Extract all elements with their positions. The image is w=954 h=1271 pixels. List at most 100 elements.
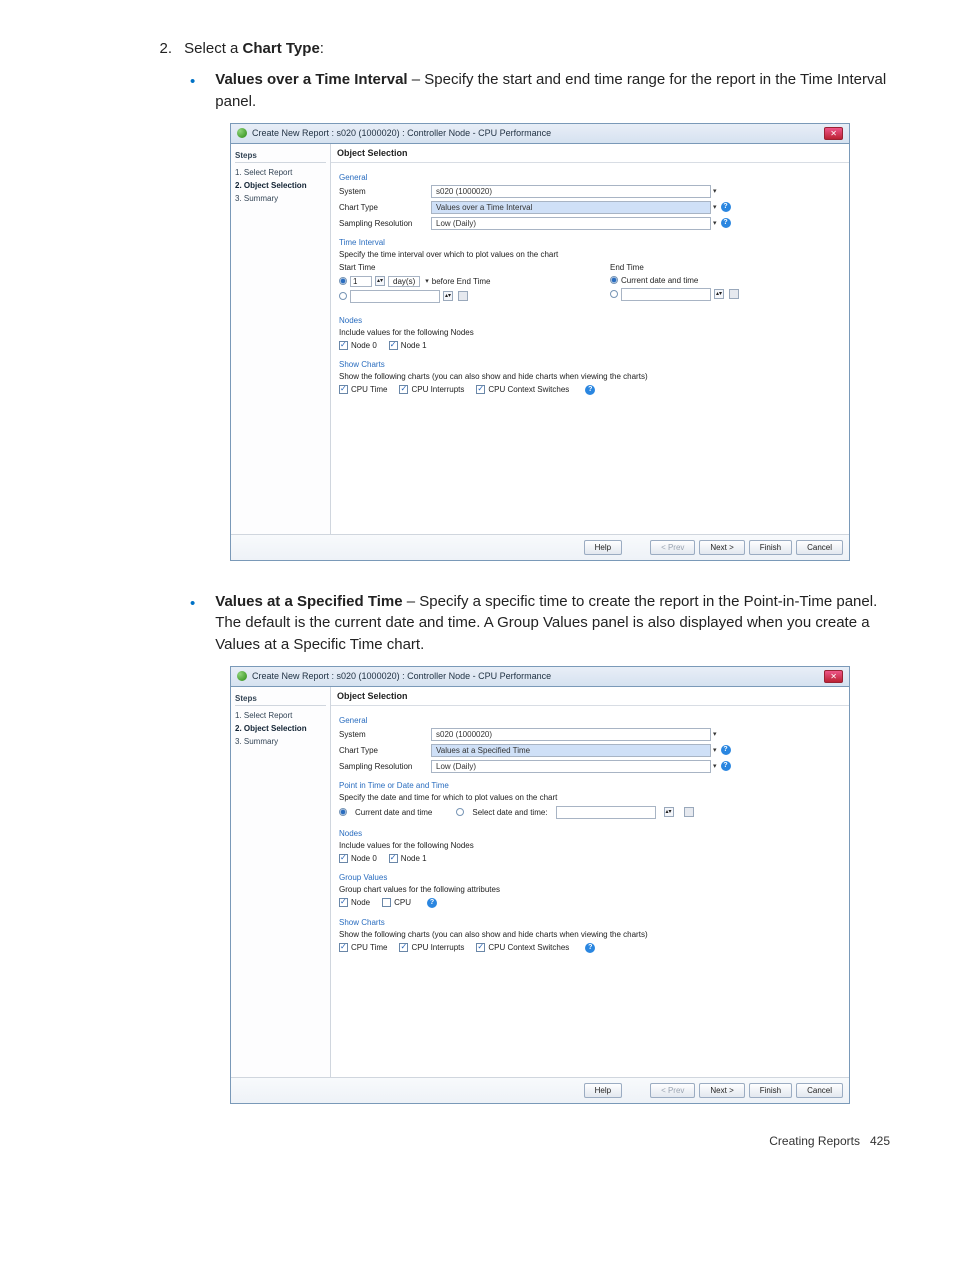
wizard-step-2[interactable]: 2. Object Selection — [235, 722, 326, 735]
start-absolute-radio[interactable] — [339, 292, 347, 300]
close-icon[interactable]: ✕ — [824, 670, 843, 683]
info-icon[interactable]: ? — [721, 218, 731, 228]
finish-button[interactable]: Finish — [749, 540, 792, 555]
node1-checkbox[interactable] — [389, 341, 398, 350]
sampling-combo[interactable]: Low (Daily) — [431, 760, 711, 773]
cputime-checkbox[interactable] — [339, 385, 348, 394]
bullet-title: Values over a Time Interval — [215, 71, 407, 88]
cpuctx-checkbox[interactable] — [476, 385, 485, 394]
time-spinner[interactable]: ▴▾ — [664, 807, 674, 817]
dialog-title-text: Create New Report : s020 (1000020) : Con… — [252, 128, 824, 138]
time-spinner[interactable]: ▴▾ — [443, 291, 453, 301]
calendar-icon[interactable] — [458, 291, 468, 301]
chevron-down-icon[interactable]: ▾ — [713, 730, 717, 738]
start-time-label: Start Time — [339, 263, 570, 272]
bullet-item: • Values over a Time Interval – Specify … — [190, 69, 894, 113]
system-combo[interactable]: s020 (1000020) — [431, 185, 711, 198]
next-button[interactable]: Next > — [699, 1083, 744, 1098]
info-icon[interactable]: ? — [585, 385, 595, 395]
chart-type-label: Chart Type — [339, 203, 431, 212]
node1-checkbox[interactable] — [389, 854, 398, 863]
relative-number-input[interactable]: 1 — [350, 276, 372, 287]
chevron-down-icon[interactable]: ▾ — [425, 277, 429, 285]
node1-label: Node 1 — [401, 341, 427, 350]
chart-type-label: Chart Type — [339, 746, 431, 755]
bullet-item: • Values at a Specified Time – Specify a… — [190, 591, 894, 656]
time-spinner[interactable]: ▴▾ — [714, 289, 724, 299]
cancel-button[interactable]: Cancel — [796, 1083, 843, 1098]
dialog-time-interval: Create New Report : s020 (1000020) : Con… — [230, 123, 850, 561]
wizard-step-1[interactable]: 1. Select Report — [235, 709, 326, 722]
cputime-checkbox[interactable] — [339, 943, 348, 952]
wizard-step-3[interactable]: 3. Summary — [235, 192, 326, 205]
section-nodes: Nodes — [339, 316, 841, 325]
chevron-down-icon[interactable]: ▾ — [713, 187, 717, 195]
info-icon[interactable]: ? — [585, 943, 595, 953]
calendar-icon[interactable] — [684, 807, 694, 817]
help-button[interactable]: Help — [584, 540, 622, 555]
system-combo[interactable]: s020 (1000020) — [431, 728, 711, 741]
info-icon[interactable]: ? — [427, 898, 437, 908]
prev-button[interactable]: < Prev — [650, 540, 695, 555]
footer-page: 425 — [870, 1134, 890, 1148]
chevron-down-icon[interactable]: ▾ — [713, 219, 717, 227]
relative-unit-combo[interactable]: day(s) — [388, 276, 420, 287]
wizard-step-3[interactable]: 3. Summary — [235, 735, 326, 748]
page-footer: Creating Reports 425 — [60, 1134, 894, 1148]
prev-button[interactable]: < Prev — [650, 1083, 695, 1098]
next-button[interactable]: Next > — [699, 540, 744, 555]
wizard-steps-panel: Steps 1. Select Report 2. Object Selecti… — [231, 687, 331, 1077]
section-general: General — [339, 716, 841, 725]
select-time-label: Select date and time: — [472, 808, 547, 817]
info-icon[interactable]: ? — [721, 745, 731, 755]
chevron-down-icon[interactable]: ▾ — [713, 746, 717, 754]
number-spinner[interactable]: ▴▾ — [375, 276, 385, 286]
bullet-icon: • — [190, 71, 195, 113]
calendar-icon[interactable] — [729, 289, 739, 299]
chart-type-combo[interactable]: Values at a Specified Time — [431, 744, 711, 757]
system-label: System — [339, 730, 431, 739]
end-date-input[interactable] — [621, 288, 711, 301]
group-node-checkbox[interactable] — [339, 898, 348, 907]
node0-checkbox[interactable] — [339, 341, 348, 350]
start-date-input[interactable] — [350, 290, 440, 303]
cpuint-checkbox[interactable] — [399, 943, 408, 952]
wizard-step-1[interactable]: 1. Select Report — [235, 166, 326, 179]
cpuint-checkbox[interactable] — [399, 385, 408, 394]
group-cpu-checkbox[interactable] — [382, 898, 391, 907]
end-current-radio[interactable] — [610, 276, 618, 284]
system-label: System — [339, 187, 431, 196]
sampling-combo[interactable]: Low (Daily) — [431, 217, 711, 230]
select-date-input[interactable] — [556, 806, 656, 819]
section-point-in-time: Point in Time or Date and Time — [339, 781, 841, 790]
cpuctx-checkbox[interactable] — [476, 943, 485, 952]
info-icon[interactable]: ? — [721, 202, 731, 212]
step-bold: Chart Type — [243, 40, 320, 57]
wizard-step-2[interactable]: 2. Object Selection — [235, 179, 326, 192]
current-time-label: Current date and time — [355, 808, 432, 817]
sampling-label: Sampling Resolution — [339, 219, 431, 228]
step-suffix: : — [320, 40, 324, 57]
select-time-radio[interactable] — [456, 808, 464, 816]
section-nodes: Nodes — [339, 829, 841, 838]
chart-type-combo[interactable]: Values over a Time Interval — [431, 201, 711, 214]
end-absolute-radio[interactable] — [610, 290, 618, 298]
section-general: General — [339, 173, 841, 182]
show-charts-desc: Show the following charts (you can also … — [339, 372, 841, 381]
chevron-down-icon[interactable]: ▾ — [713, 762, 717, 770]
start-relative-radio[interactable] — [339, 277, 347, 285]
node0-label: Node 0 — [351, 854, 377, 863]
cputime-label: CPU Time — [351, 385, 387, 394]
step-number: 2. — [150, 40, 172, 57]
node0-checkbox[interactable] — [339, 854, 348, 863]
help-button[interactable]: Help — [584, 1083, 622, 1098]
nodes-desc: Include values for the following Nodes — [339, 328, 841, 337]
dialog-title-text: Create New Report : s020 (1000020) : Con… — [252, 671, 824, 681]
section-show-charts: Show Charts — [339, 918, 841, 927]
finish-button[interactable]: Finish — [749, 1083, 792, 1098]
current-time-radio[interactable] — [339, 808, 347, 816]
cancel-button[interactable]: Cancel — [796, 540, 843, 555]
close-icon[interactable]: ✕ — [824, 127, 843, 140]
info-icon[interactable]: ? — [721, 761, 731, 771]
chevron-down-icon[interactable]: ▾ — [713, 203, 717, 211]
